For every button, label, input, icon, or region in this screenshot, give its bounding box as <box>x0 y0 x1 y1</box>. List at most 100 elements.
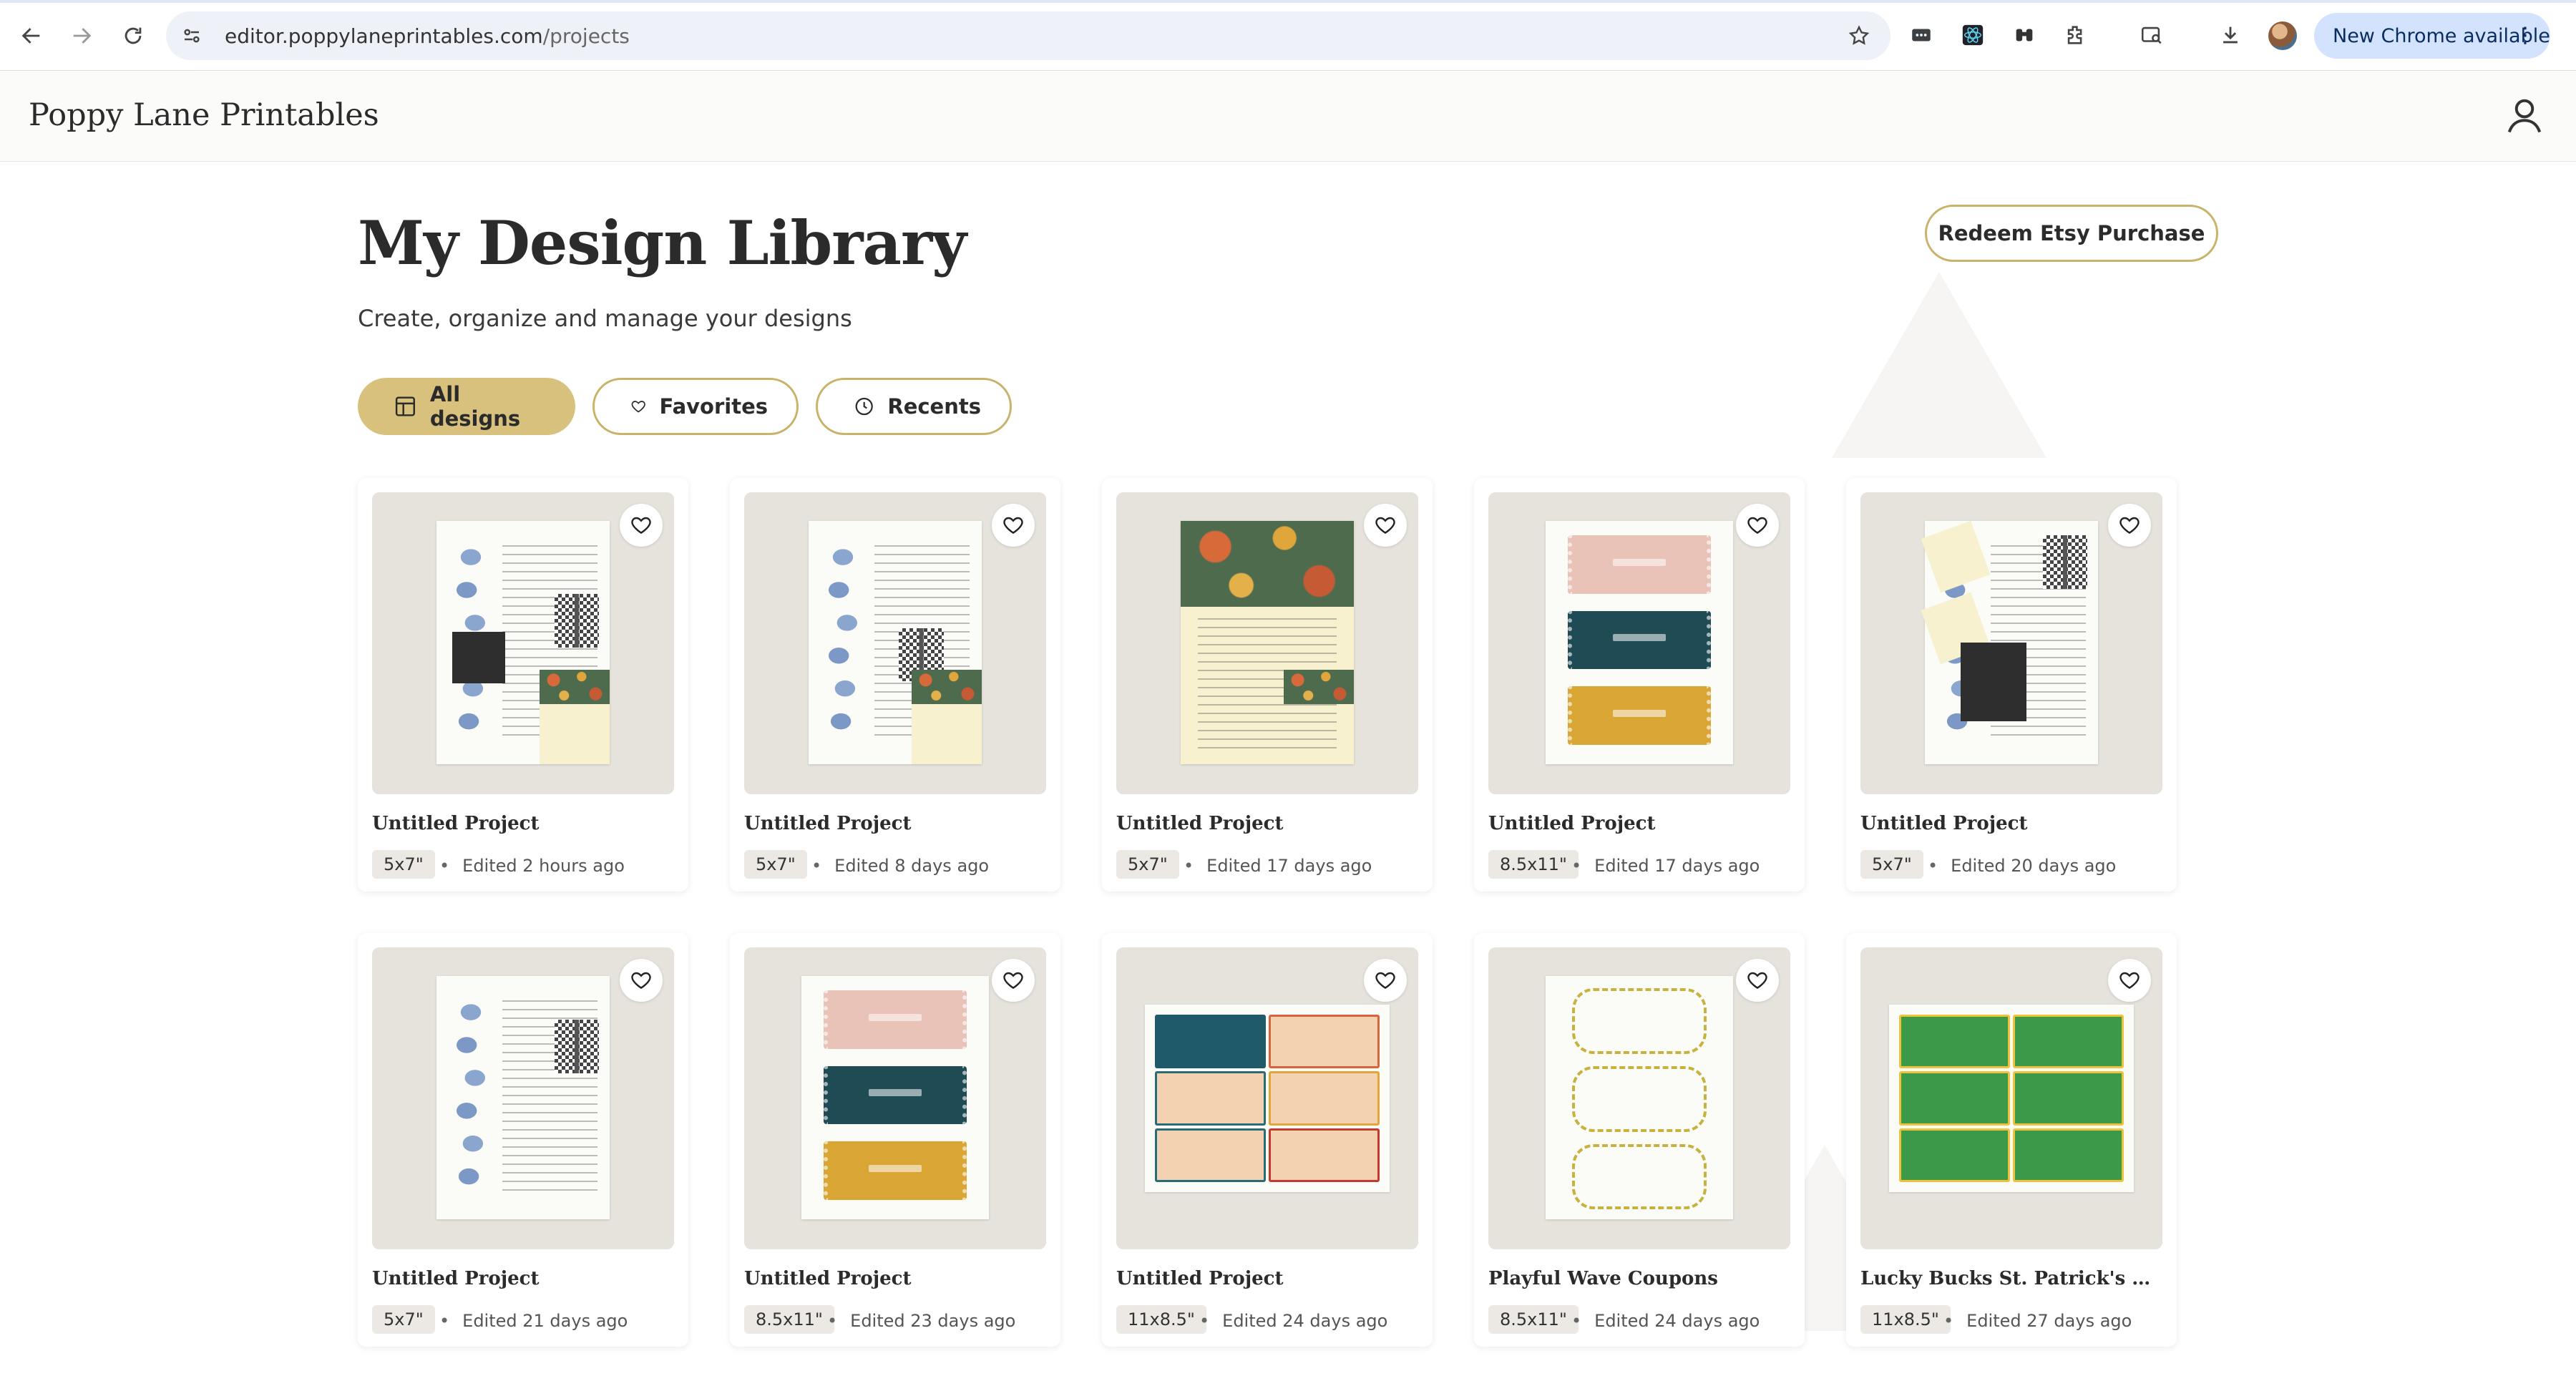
favorite-toggle[interactable] <box>2108 959 2151 1002</box>
favorite-toggle[interactable] <box>620 959 663 1002</box>
project-title[interactable]: Untitled Project <box>1116 813 1418 834</box>
project-title[interactable]: Untitled Project <box>1116 1268 1418 1289</box>
download-icon[interactable] <box>2214 19 2247 52</box>
invitation-preview <box>1921 520 2098 764</box>
favorite-toggle[interactable] <box>992 959 1035 1002</box>
chrome-update-button[interactable]: New Chrome available ⋮ <box>2314 13 2550 59</box>
user-account-icon[interactable] <box>2503 94 2546 137</box>
heart-icon <box>631 972 651 990</box>
edited-time: • Edited 24 days ago <box>1571 1311 1760 1331</box>
forward-button[interactable] <box>63 17 100 54</box>
address-bar[interactable]: editor.poppylaneprintables.com/projects <box>166 11 1890 60</box>
project-card[interactable]: Untitled Project 8.5x11" • Edited 23 days… <box>730 933 1060 1347</box>
size-badge: 5x7" <box>744 850 807 879</box>
design-preview[interactable] <box>372 947 674 1249</box>
project-title[interactable]: Untitled Project <box>372 1268 674 1289</box>
design-preview[interactable] <box>744 492 1046 794</box>
url-domain: editor.poppylaneprintables.com <box>225 24 543 48</box>
design-preview[interactable] <box>1116 947 1418 1249</box>
favorite-toggle[interactable] <box>1364 504 1407 547</box>
edited-time: • Edited 27 days ago <box>1943 1311 2132 1331</box>
extensions-puzzle-icon[interactable] <box>2059 19 2092 52</box>
design-preview[interactable] <box>372 492 674 794</box>
project-card[interactable]: Untitled Project 5x7" • Edited 17 days ag… <box>1102 478 1433 892</box>
wave-coupon <box>1571 988 1707 1054</box>
project-title[interactable]: Untitled Project <box>744 1268 1046 1289</box>
edited-time: • Edited 21 days ago <box>439 1311 628 1331</box>
coupon-book-preview <box>1145 1005 1390 1192</box>
size-badge: 5x7" <box>372 1305 435 1334</box>
floral-strip <box>912 670 982 704</box>
edited-label: Edited 23 days ago <box>850 1311 1016 1331</box>
size-badge: 8.5x11" <box>1488 1305 1579 1334</box>
heart-icon <box>1003 517 1023 535</box>
size-badge: 5x7" <box>372 850 435 879</box>
placeholder-block <box>1961 643 2026 721</box>
favorite-toggle[interactable] <box>620 504 663 547</box>
project-card[interactable]: Lucky Bucks St. Patrick's Day ... 11x8.5… <box>1846 933 2177 1347</box>
project-card[interactable]: Untitled Project 5x7" • Edited 21 days ag… <box>358 933 688 1347</box>
project-title[interactable]: Untitled Project <box>372 813 674 834</box>
favorite-toggle[interactable] <box>992 504 1035 547</box>
tab-search-icon[interactable] <box>2135 19 2168 52</box>
heart-icon <box>2119 517 2140 535</box>
filter-recents[interactable]: Recents <box>816 378 1012 435</box>
project-title[interactable]: Untitled Project <box>1488 813 1790 834</box>
favorite-toggle[interactable] <box>1736 504 1779 547</box>
coupon-cell <box>2013 1071 2124 1126</box>
design-preview[interactable] <box>744 947 1046 1249</box>
project-title[interactable]: Untitled Project <box>1860 813 2162 834</box>
project-title[interactable]: Untitled Project <box>744 813 1046 834</box>
heart-icon <box>2119 972 2140 990</box>
project-card[interactable]: Untitled Project 11x8.5" • Edited 24 days… <box>1102 933 1433 1347</box>
ticket-pink <box>824 990 967 1049</box>
ticket-teal <box>824 1065 967 1125</box>
brand-logo[interactable]: Poppy Lane Printables <box>29 97 379 133</box>
tab-strip <box>0 0 2576 3</box>
project-card[interactable]: Untitled Project 5x7" • Edited 8 days ago <box>730 478 1060 892</box>
size-badge: 8.5x11" <box>1488 850 1579 879</box>
heart-icon <box>1747 972 1767 990</box>
ticket-gold <box>1568 686 1711 745</box>
project-title[interactable]: Lucky Bucks St. Patrick's Day ... <box>1860 1268 2162 1289</box>
profile-avatar[interactable] <box>2268 21 2297 50</box>
filter-label: Favorites <box>659 394 768 419</box>
heart-icon <box>1747 517 1767 535</box>
bookmark-star-icon[interactable] <box>1845 21 1873 50</box>
project-card[interactable]: Untitled Project 8.5x11" • Edited 17 days… <box>1474 478 1805 892</box>
project-card[interactable]: Playful Wave Coupons 8.5x11" • Edited 24 … <box>1474 933 1805 1347</box>
invitation-preview <box>436 521 610 764</box>
ticket-pink <box>1568 535 1711 594</box>
wave-coupons-preview <box>1546 976 1733 1219</box>
filter-all-designs[interactable]: All designs <box>358 378 575 435</box>
edited-label: Edited 17 days ago <box>1206 856 1372 876</box>
coupon-cell <box>1269 1015 1380 1069</box>
binoculars-extension-icon[interactable] <box>2008 19 2041 52</box>
redeem-etsy-purchase-button[interactable]: Redeem Etsy Purchase <box>1925 205 2218 262</box>
site-settings-icon[interactable] <box>177 21 206 50</box>
favorite-toggle[interactable] <box>1736 959 1779 1002</box>
more-menu-icon[interactable]: ⋮ <box>2514 23 2536 48</box>
reload-button[interactable] <box>114 17 152 54</box>
react-devtools-icon[interactable] <box>1956 19 1989 52</box>
password-extension-icon[interactable] <box>1905 19 1938 52</box>
design-preview[interactable] <box>1860 947 2162 1249</box>
coupon-cell <box>1899 1015 2010 1069</box>
favorite-toggle[interactable] <box>1364 959 1407 1002</box>
favorite-toggle[interactable] <box>2108 504 2151 547</box>
url-text: editor.poppylaneprintables.com/projects <box>225 24 630 48</box>
heart-icon <box>1003 972 1023 990</box>
design-preview[interactable] <box>1116 492 1418 794</box>
tickets-preview <box>1546 521 1733 764</box>
project-title[interactable]: Playful Wave Coupons <box>1488 1268 1790 1289</box>
design-preview[interactable] <box>1488 492 1790 794</box>
filter-favorites[interactable]: Favorites <box>592 378 799 435</box>
heart-icon <box>631 517 651 535</box>
url-path: /projects <box>542 24 630 48</box>
project-card[interactable]: Untitled Project 5x7" • Edited 2 hours ag… <box>358 478 688 892</box>
design-preview[interactable] <box>1488 947 1790 1249</box>
filter-label: All designs <box>429 382 521 431</box>
project-card[interactable]: Untitled Project 5x7" • Edited 20 days ag… <box>1846 478 2177 892</box>
back-button[interactable] <box>13 17 50 54</box>
design-preview[interactable] <box>1860 492 2162 794</box>
